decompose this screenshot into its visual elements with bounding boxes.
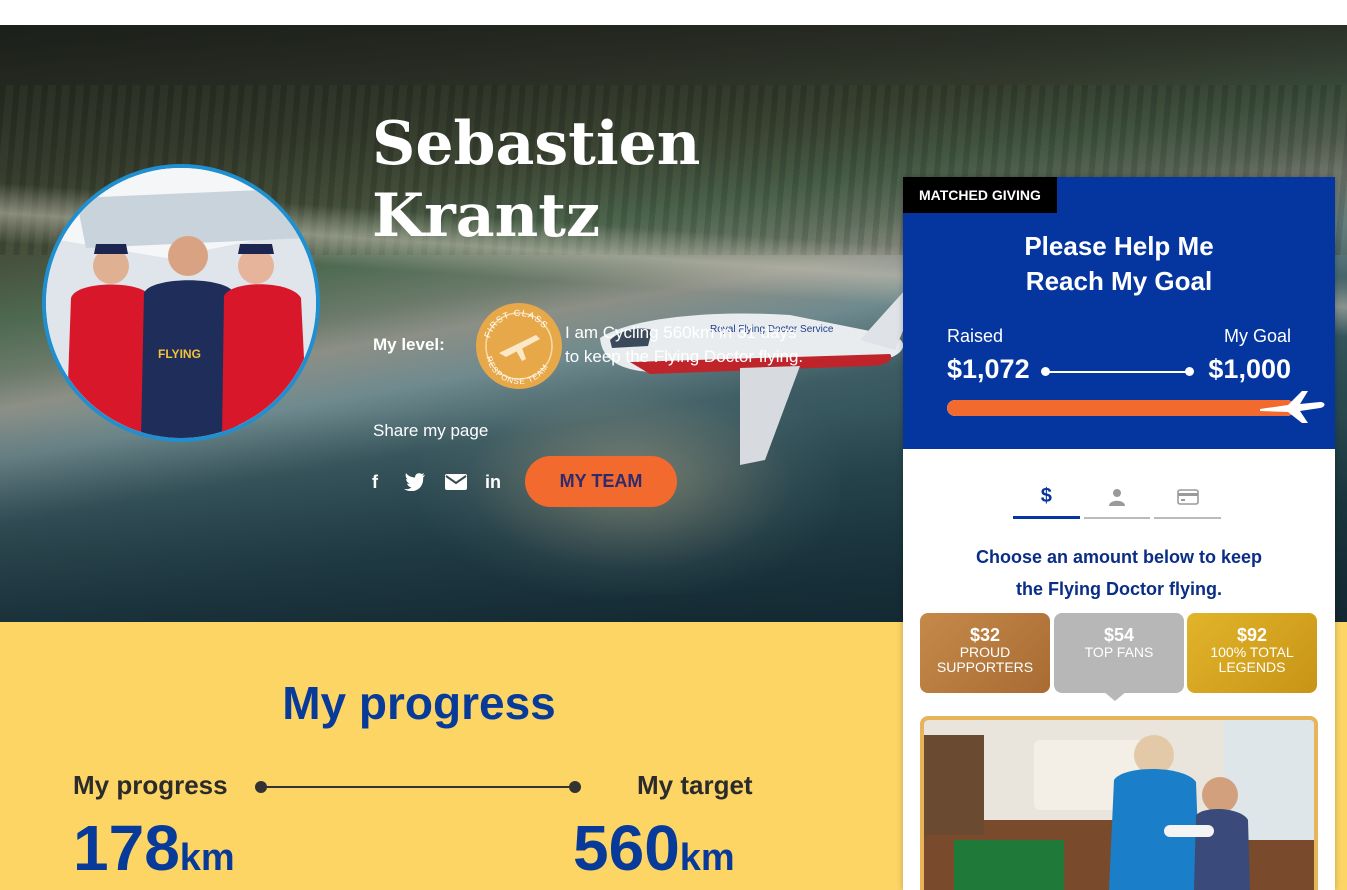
card-icon	[1176, 489, 1199, 505]
amount-desc-line-2: SUPPORTERS	[936, 659, 1034, 675]
amount-value: $54	[1103, 625, 1135, 645]
top-strip	[0, 0, 1347, 25]
profile-avatar: FLYING	[42, 164, 320, 442]
choose-line-2: the Flying Doctor flying.	[1016, 579, 1222, 599]
level-description: I am Cycling 560km in 31 days to keep th…	[565, 321, 865, 369]
goal-title-line-1: Please Help Me	[1024, 231, 1214, 261]
last-name: Krantz	[372, 181, 601, 251]
amount-options: $32 PROUD SUPPORTERS $54 TOP FANS $92 10…	[920, 613, 1318, 693]
person-icon	[1109, 489, 1125, 506]
donation-card: MATCHED GIVING Please Help Me Reach My G…	[903, 177, 1335, 890]
progress-unit: km	[179, 837, 235, 879]
goal-dot	[1185, 367, 1194, 376]
amount-option-92[interactable]: $92 100% TOTAL LEGENDS	[1187, 613, 1317, 693]
share-label: Share my page	[373, 421, 489, 440]
fundraising-progress-bar	[947, 400, 1295, 416]
progress-end-dot	[569, 781, 581, 793]
goal-amount: $1,000	[1208, 354, 1291, 384]
level-line-2: to keep the Flying Doctor flying.	[565, 347, 804, 366]
dollar-icon: $	[1040, 485, 1052, 507]
facebook-icon[interactable]: f	[372, 471, 378, 493]
target-label: My target	[637, 770, 753, 800]
amount-option-32[interactable]: $32 PROUD SUPPORTERS	[920, 613, 1050, 693]
first-name: Sebastien	[372, 109, 701, 179]
raised-label: Raised	[947, 326, 1004, 346]
raised-amount: $1,072	[947, 354, 1030, 384]
my-team-button[interactable]: MY TEAM	[525, 456, 677, 507]
tab-details[interactable]	[1083, 477, 1151, 519]
amount-desc-line-1: TOP FANS	[1084, 644, 1154, 660]
twitter-icon[interactable]	[404, 471, 426, 493]
flying-doctor-photo	[920, 716, 1318, 890]
progress-number: 178	[73, 812, 180, 884]
level-label: My level:	[373, 335, 445, 354]
progress-connector-line	[258, 786, 576, 788]
goal-label: My Goal	[1223, 326, 1291, 346]
progress-title: My progress	[282, 677, 556, 729]
amount-value: $32	[969, 625, 1001, 645]
level-line-1: I am Cycling 560km in 31 days	[565, 323, 797, 342]
fundraising-progress-fill	[947, 400, 1295, 416]
choose-amount-text: Choose an amount below to keep the Flyin…	[943, 541, 1295, 605]
amount-desc-line-1: PROUD	[959, 644, 1011, 660]
avatar-shirt-text: FLYING	[158, 347, 201, 361]
tab-amount[interactable]: $	[1013, 477, 1080, 519]
goal-panel: MATCHED GIVING Please Help Me Reach My G…	[903, 177, 1335, 449]
donation-tabs: $	[1013, 477, 1225, 521]
amount-desc-line-2: LEGENDS	[1218, 659, 1286, 675]
team-photo: FLYING	[46, 168, 316, 438]
tab-payment[interactable]	[1154, 477, 1222, 519]
amount-option-54[interactable]: $54 TOP FANS	[1054, 613, 1184, 693]
first-class-badge-icon: FIRST CLASS RESPONSE TEAM	[476, 303, 562, 389]
target-value: 560km	[573, 812, 735, 890]
matched-giving-tag: MATCHED GIVING	[903, 177, 1057, 213]
target-number: 560	[573, 812, 680, 884]
goal-title-line-2: Reach My Goal	[1025, 266, 1213, 296]
progress-value: 178km	[73, 812, 235, 890]
amount-desc-line-1: 100% TOTAL	[1210, 644, 1294, 660]
aircraft-image: Royal Flying Doctor Service	[600, 290, 920, 465]
amount-value: $92	[1236, 625, 1268, 645]
choose-line-1: Choose an amount below to keep	[975, 547, 1263, 567]
raised-goal-line	[1043, 371, 1187, 373]
email-icon[interactable]	[445, 471, 467, 493]
target-unit: km	[679, 837, 735, 879]
selected-amount-pointer	[1103, 691, 1127, 701]
plane-icon	[1260, 391, 1325, 423]
goal-title: Please Help Me Reach My Goal	[903, 229, 1335, 299]
progress-label: My progress	[73, 770, 228, 800]
linkedin-icon[interactable]: in	[485, 471, 501, 493]
fundraiser-name: Sebastien Krantz	[372, 108, 792, 252]
